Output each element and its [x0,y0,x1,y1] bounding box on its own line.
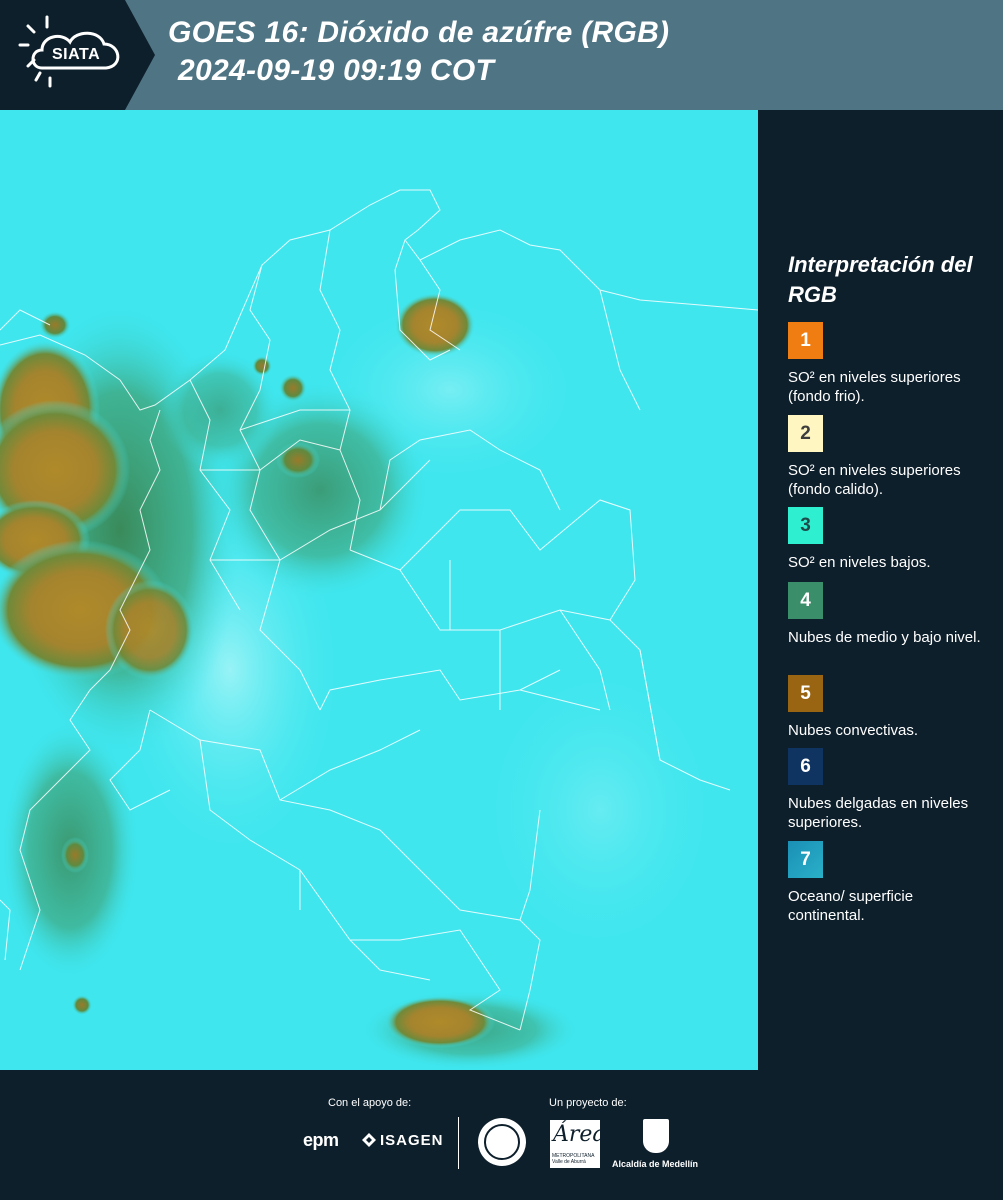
legend-number-4: 4 [800,589,811,611]
legend-swatch-5: 5 [788,675,823,712]
header-bar: SIATA GOES 16: Dióxido de azúfre (RGB) 2… [0,0,1003,110]
legend-label-4: Nubes de medio y bajo nivel. [788,629,981,646]
area-logo-subtitle: METROPOLITANA Valle de Aburrá [552,1153,595,1165]
isagen-logo: ISAGEN [362,1132,444,1149]
legend-swatch-2: 2 [788,415,823,452]
isagen-mark-icon [362,1133,376,1147]
legend-number-2: 2 [800,422,811,444]
legend-label-1: SO² en niveles superiores (fondo frio). [788,369,961,405]
footer-bar: Con el apoyo de: Un proyecto de: epm ISA… [0,1070,1003,1200]
medellin-seal-logo [478,1118,526,1166]
epm-logo: epm [303,1130,339,1151]
legend-item-2: 2 SO² en niveles superiores (fondo calid… [788,415,993,499]
title-timestamp: 2024-09-19 09:19 COT [178,54,495,87]
legend-swatch-6: 6 [788,748,823,785]
satellite-rgb-image [0,110,758,1070]
support-label: Con el apoyo de: [328,1097,412,1109]
legend-swatch-1: 1 [788,322,823,359]
legend-label-6: Nubes delgadas en niveles superiores. [788,795,969,831]
legend-number-3: 3 [800,514,811,536]
legend-label-3: SO² en niveles bajos. [788,554,931,571]
legend-item-4: 4 Nubes de medio y bajo nivel. [788,582,993,647]
legend-label-7: Oceano/ superficie continental. [788,888,914,924]
page-title: GOES 16: Dióxido de azúfre (RGB) 2024-09… [168,14,669,90]
alcaldia-shield-icon [643,1119,669,1153]
rgb-legend-panel: Interpretación del RGB 1 SO² en niveles … [758,110,1003,1070]
legend-number-6: 6 [800,755,811,777]
legend-swatch-7: 7 [788,841,823,878]
legend-label-2: SO² en niveles superiores (fondo calido)… [788,462,961,498]
legend-title: Interpretación del RGB [788,252,973,307]
legend-item-6: 6 Nubes delgadas en niveles superiores. [788,748,993,832]
footer-divider [458,1117,459,1169]
legend-item-7: 7 Oceano/ superficie continental. [788,841,993,925]
seal-ring-icon [484,1124,520,1160]
legend-number-5: 5 [800,682,811,704]
siata-logo-text: SIATA [52,46,101,63]
legend-item-5: 5 Nubes convectivas. [788,675,993,740]
area-metropolitana-logo: Área METROPOLITANA Valle de Aburrá [550,1120,606,1168]
legend-number-7: 7 [800,848,811,870]
alcaldia-logo-text: Alcaldía de Medellín [612,1159,699,1169]
legend-swatch-4: 4 [788,582,823,619]
area-logo-script: Área [553,1122,606,1147]
epm-logo-text: epm [303,1130,339,1150]
satellite-map [0,110,758,1070]
title-product: GOES 16: Dióxido de azúfre (RGB) [168,16,670,49]
legend-item-3: 3 SO² en niveles bajos. [788,507,993,572]
siata-logo: SIATA [0,0,160,110]
isagen-logo-text: ISAGEN [380,1132,444,1149]
project-label: Un proyecto de: [549,1097,627,1109]
legend-swatch-3: 3 [788,507,823,544]
legend-label-5: Nubes convectivas. [788,722,919,739]
legend-item-1: 1 SO² en niveles superiores (fondo frio)… [788,322,993,406]
legend-number-1: 1 [800,329,811,351]
